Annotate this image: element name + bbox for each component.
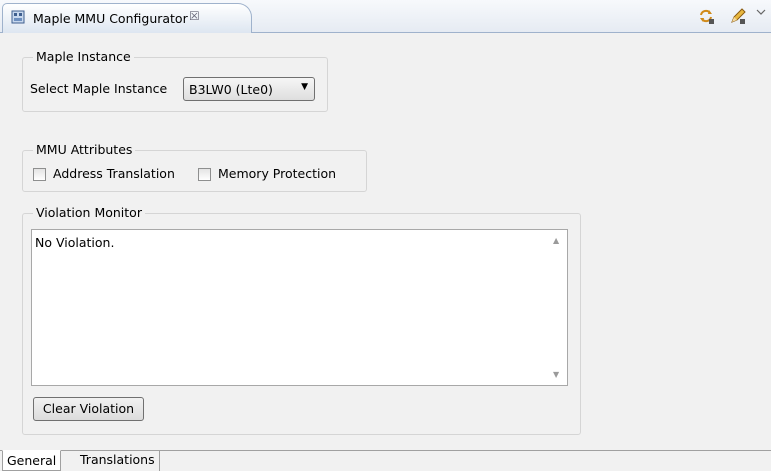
editor-tab-bar: Maple MMU Configurator ☒ <box>0 0 771 33</box>
mmu-attributes-group: MMU Attributes Address Translation Memor… <box>22 142 367 192</box>
maple-instance-group: Maple Instance Select Maple Instance B3L… <box>22 49 328 112</box>
violation-monitor-textarea[interactable]: No Violation. ▲ ▼ <box>31 229 568 386</box>
scroll-up-arrow-icon[interactable]: ▲ <box>553 236 559 245</box>
clear-violation-button[interactable]: Clear Violation <box>33 397 144 421</box>
editor-tab-maple-mmu-configurator[interactable]: Maple MMU Configurator ☒ <box>2 3 252 33</box>
pencil-icon[interactable] <box>729 7 747 25</box>
configurator-icon <box>11 10 25 24</box>
memory-protection-checkbox[interactable] <box>198 168 211 181</box>
violation-monitor-legend: Violation Monitor <box>33 205 145 220</box>
memory-protection-label[interactable]: Memory Protection <box>218 166 336 181</box>
tab-translations[interactable]: Translations <box>76 450 160 471</box>
mmu-attributes-legend: MMU Attributes <box>33 142 136 157</box>
select-maple-instance-label: Select Maple Instance <box>30 81 168 96</box>
violation-monitor-text: No Violation. <box>35 235 115 250</box>
address-translation-checkbox[interactable] <box>33 168 46 181</box>
tab-general[interactable]: General <box>2 450 62 471</box>
sync-icon[interactable] <box>697 7 715 25</box>
bottom-tab-bar: General Translations <box>0 450 771 471</box>
maple-instance-selected-value: B3LW0 (Lte0) <box>189 82 273 97</box>
close-icon[interactable]: ☒ <box>189 9 200 23</box>
scroll-down-arrow-icon[interactable]: ▼ <box>553 370 559 379</box>
maple-instance-legend: Maple Instance <box>33 49 134 64</box>
vertical-scrollbar[interactable]: ▲ ▼ <box>550 230 567 385</box>
address-translation-label[interactable]: Address Translation <box>53 166 175 181</box>
maple-instance-select[interactable]: B3LW0 (Lte0) ▼ <box>183 77 315 101</box>
chevron-down-icon: ▼ <box>301 82 308 92</box>
tab-title: Maple MMU Configurator <box>33 11 188 26</box>
view-menu-chevron-icon[interactable] <box>755 7 767 25</box>
